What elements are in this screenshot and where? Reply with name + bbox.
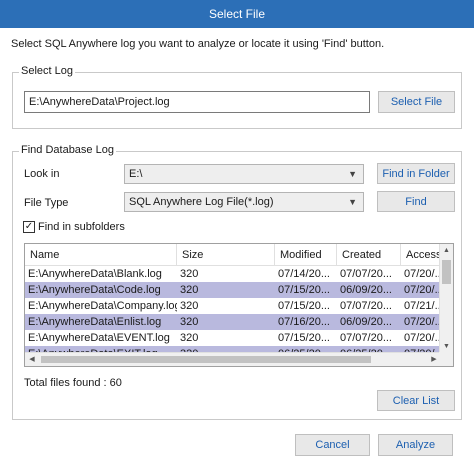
cell-accessed: 07/20/... bbox=[404, 316, 441, 328]
cell-name: E:\AnywhereData\Company.log bbox=[28, 300, 177, 312]
cell-name: E:\AnywhereData\Enlist.log bbox=[28, 316, 162, 328]
column-header-size[interactable]: Size bbox=[177, 244, 275, 266]
horizontal-scrollbar[interactable]: ◀ ▶ bbox=[25, 352, 441, 366]
find-button[interactable]: Find bbox=[377, 191, 455, 212]
chevron-down-icon: ▼ bbox=[348, 197, 357, 207]
clear-list-button[interactable]: Clear List bbox=[377, 390, 455, 411]
look-in-label: Look in bbox=[24, 168, 60, 180]
table-row[interactable]: E:\AnywhereData\Enlist.log 320 07/16/20.… bbox=[25, 314, 441, 330]
cell-accessed: 07/20/... bbox=[404, 332, 441, 344]
file-type-value: SQL Anywhere Log File(*.log) bbox=[129, 196, 274, 208]
instruction-text: Select SQL Anywhere log you want to anal… bbox=[11, 38, 385, 50]
scrollbar-corner bbox=[439, 352, 453, 366]
cell-name: E:\AnywhereData\EVENT.log bbox=[28, 332, 170, 344]
cell-created: 07/07/20... bbox=[340, 268, 392, 280]
find-in-subfolders-checkbox[interactable]: ✓ bbox=[23, 221, 35, 233]
cell-created: 07/07/20... bbox=[340, 300, 392, 312]
cell-modified: 07/15/20... bbox=[278, 284, 330, 296]
cell-accessed: 07/20/... bbox=[404, 284, 441, 296]
cell-modified: 07/15/20... bbox=[278, 332, 330, 344]
cell-modified: 07/14/20... bbox=[278, 268, 330, 280]
vertical-scroll-thumb[interactable] bbox=[442, 260, 451, 284]
analyze-button[interactable]: Analyze bbox=[378, 434, 453, 456]
look-in-value: E:\ bbox=[129, 168, 143, 180]
file-list-header: Name Size Modified Created Accesse bbox=[25, 244, 453, 266]
log-path-field[interactable]: E:\AnywhereData\Project.log bbox=[24, 91, 370, 113]
cell-created: 07/07/20... bbox=[340, 332, 392, 344]
file-list[interactable]: Name Size Modified Created Accesse E:\An… bbox=[24, 243, 454, 367]
cell-modified: 07/16/20... bbox=[278, 316, 330, 328]
file-type-dropdown[interactable]: SQL Anywhere Log File(*.log) ▼ bbox=[124, 192, 364, 212]
cell-modified: 07/15/20... bbox=[278, 300, 330, 312]
scroll-up-icon[interactable]: ▲ bbox=[440, 244, 453, 258]
cell-name: E:\AnywhereData\Code.log bbox=[28, 284, 161, 296]
cell-size: 320 bbox=[180, 300, 199, 312]
table-row[interactable]: E:\AnywhereData\Blank.log 320 07/14/20..… bbox=[25, 266, 441, 282]
select-log-group-label: Select Log bbox=[19, 65, 75, 77]
cell-created: 06/09/20... bbox=[340, 284, 392, 296]
vertical-scrollbar[interactable]: ▲ ▼ bbox=[439, 244, 453, 354]
find-log-group-label: Find Database Log bbox=[19, 144, 116, 156]
select-file-button[interactable]: Select File bbox=[378, 91, 455, 113]
table-row[interactable]: E:\AnywhereData\EVENT.log 320 07/15/20..… bbox=[25, 330, 441, 346]
cell-size: 320 bbox=[180, 316, 199, 328]
table-row[interactable]: E:\AnywhereData\Code.log 320 07/15/20...… bbox=[25, 282, 441, 298]
cell-size: 320 bbox=[180, 268, 199, 280]
cell-size: 320 bbox=[180, 284, 199, 296]
scroll-left-icon[interactable]: ◀ bbox=[25, 353, 39, 366]
chevron-down-icon: ▼ bbox=[348, 169, 357, 179]
cell-accessed: 07/20/... bbox=[404, 268, 441, 280]
look-in-dropdown[interactable]: E:\ ▼ bbox=[124, 164, 364, 184]
cell-name: E:\AnywhereData\Blank.log bbox=[28, 268, 162, 280]
find-in-subfolders-label: Find in subfolders bbox=[38, 221, 125, 233]
table-row[interactable]: E:\AnywhereData\Company.log 320 07/15/20… bbox=[25, 298, 441, 314]
horizontal-scroll-thumb[interactable] bbox=[41, 356, 371, 363]
column-header-name[interactable]: Name bbox=[25, 244, 177, 266]
window-title: Select File bbox=[208, 7, 266, 21]
total-files-found: Total files found : 60 bbox=[24, 377, 122, 389]
file-list-body: E:\AnywhereData\Blank.log 320 07/14/20..… bbox=[25, 266, 441, 362]
cell-created: 06/09/20... bbox=[340, 316, 392, 328]
column-header-modified[interactable]: Modified bbox=[275, 244, 337, 266]
cancel-button[interactable]: Cancel bbox=[295, 434, 370, 456]
column-header-created[interactable]: Created bbox=[337, 244, 401, 266]
find-in-folder-button[interactable]: Find in Folder bbox=[377, 163, 455, 184]
file-type-label: File Type bbox=[24, 197, 69, 209]
cell-accessed: 07/21/... bbox=[404, 300, 441, 312]
title-bar: Select File bbox=[0, 0, 474, 28]
cell-size: 320 bbox=[180, 332, 199, 344]
